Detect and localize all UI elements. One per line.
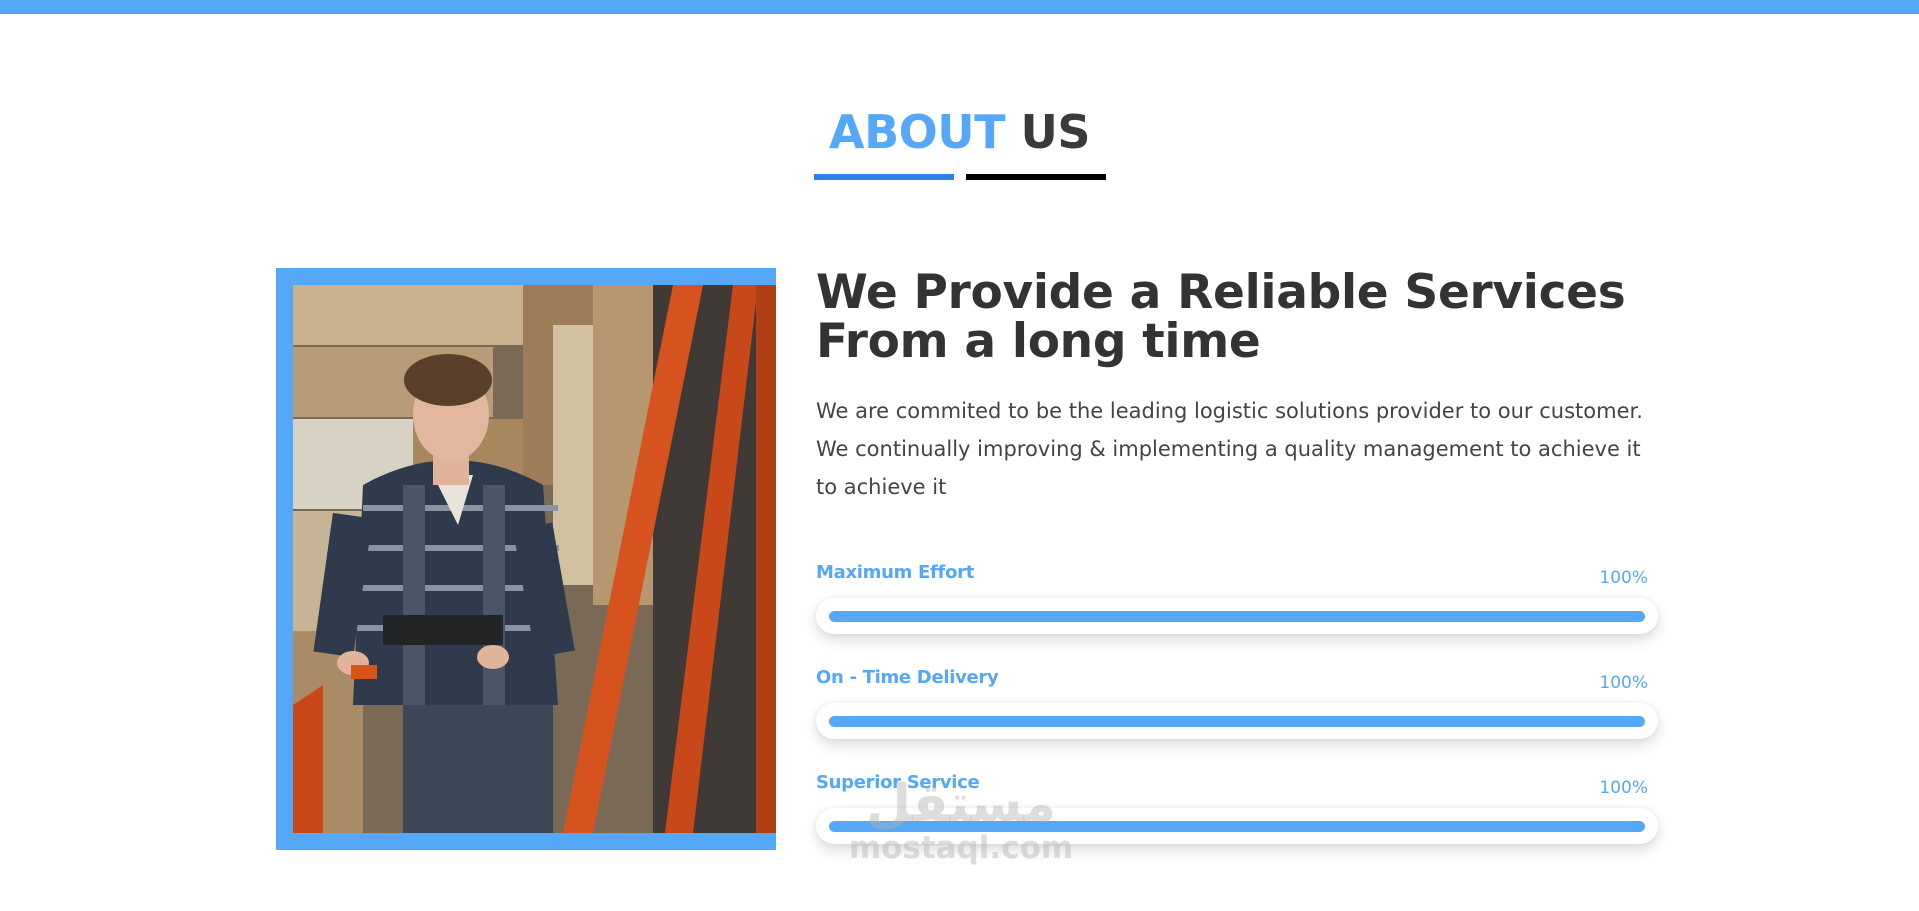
- headline-line-1: We Provide a Reliable Services: [816, 265, 1626, 320]
- skill-label: On - Time Delivery: [816, 667, 999, 688]
- skill-percent: 100%: [1599, 568, 1648, 588]
- section-title-accent: ABOUT: [829, 105, 1006, 159]
- skill-progress-fill: [829, 716, 1645, 727]
- warehouse-worker-photo: [293, 285, 776, 833]
- skill-percent: 100%: [1599, 673, 1648, 693]
- about-headline: We Provide a Reliable Services From a lo…: [816, 268, 1696, 366]
- skill-progress-track: [816, 598, 1658, 634]
- skill-label: Maximum Effort: [816, 562, 975, 583]
- about-photo-frame: [276, 268, 776, 850]
- section-title-rest: US: [1020, 105, 1091, 159]
- watermark-arabic: مستقل: [865, 774, 1057, 834]
- watermark-latin: mostaql.com: [848, 830, 1074, 866]
- title-underline-blue: [814, 174, 954, 180]
- headline-line-2: From a long time: [816, 314, 1261, 369]
- skill-on-time-delivery: On - Time Delivery 100%: [816, 667, 1660, 747]
- watermark: مستقل mostaql.com: [842, 778, 1080, 866]
- skill-progress-fill: [829, 611, 1645, 622]
- title-underline-black: [966, 174, 1106, 180]
- top-accent-bar: [0, 0, 1919, 14]
- about-intro-text: We are commited to be the leading logist…: [816, 399, 1643, 499]
- skill-maximum-effort: Maximum Effort 100%: [816, 562, 1660, 642]
- skill-progress-track: [816, 703, 1658, 739]
- section-title: ABOUT US: [0, 104, 1919, 160]
- skill-percent: 100%: [1599, 778, 1648, 798]
